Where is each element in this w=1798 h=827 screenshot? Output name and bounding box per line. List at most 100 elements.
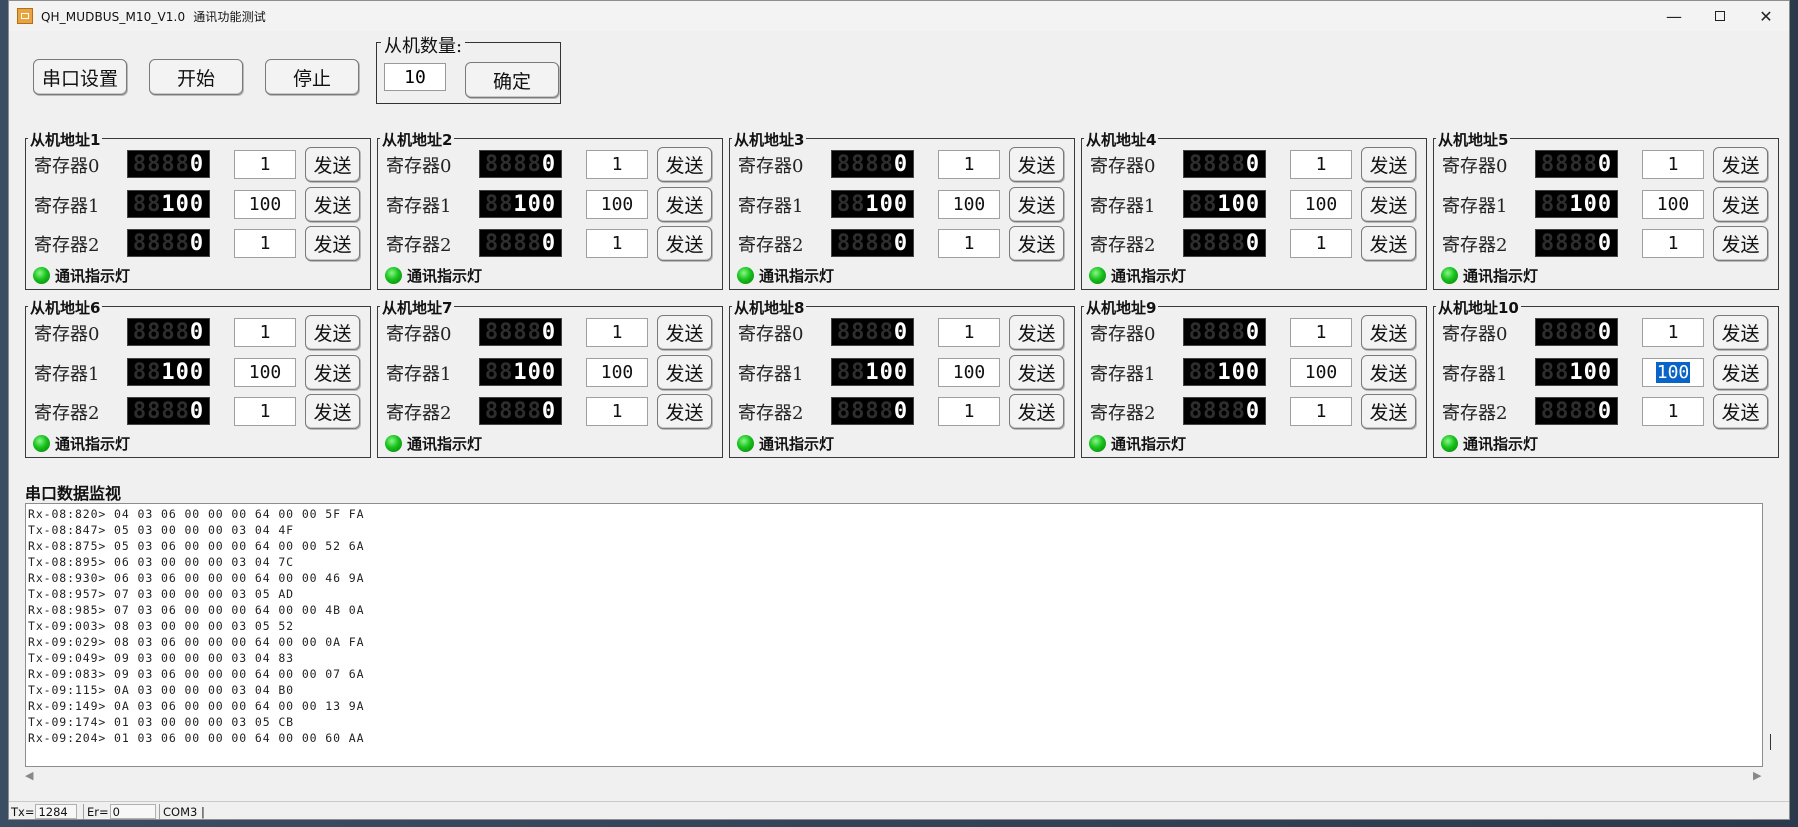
segment-lit-digits: 100	[1569, 359, 1613, 385]
register-input[interactable]: 1	[938, 318, 1000, 347]
register-input[interactable]: 1	[1290, 229, 1352, 258]
segment-unlit-digits: 8888	[1188, 151, 1246, 177]
register-input[interactable]: 1	[938, 397, 1000, 426]
send-button[interactable]: 发送	[1361, 226, 1416, 261]
register-input[interactable]: 1	[586, 229, 648, 258]
register-input[interactable]: 1	[938, 150, 1000, 179]
send-button[interactable]: 发送	[657, 147, 712, 182]
send-button[interactable]: 发送	[657, 187, 712, 222]
segment-lit-digits: 100	[161, 191, 205, 217]
register-input[interactable]: 1	[1290, 318, 1352, 347]
send-button[interactable]: 发送	[1713, 226, 1768, 261]
register-label: 寄存器1	[34, 364, 100, 385]
comm-indicator: 通讯指示灯	[1441, 434, 1538, 453]
send-button[interactable]: 发送	[1009, 147, 1064, 182]
register-input[interactable]: 100	[1290, 190, 1352, 219]
register-input[interactable]: 100	[234, 190, 296, 219]
confirm-button[interactable]: 确定	[465, 62, 559, 98]
register-input[interactable]: 100	[1642, 190, 1704, 219]
register-input[interactable]: 1	[586, 397, 648, 426]
register-input[interactable]: 1	[1642, 150, 1704, 179]
minimize-button[interactable]: —	[1651, 1, 1697, 31]
slave-count-input[interactable]: 10	[384, 63, 446, 91]
register-row: 寄存器2 8888 0 1 发送	[730, 225, 1074, 261]
serial-settings-button[interactable]: 串口设置	[33, 59, 127, 95]
send-button[interactable]: 发送	[657, 355, 712, 390]
led-indicator-icon	[1089, 434, 1106, 452]
register-row: 寄存器2 8888 0 1 发送	[1082, 225, 1426, 261]
comm-indicator-label: 通讯指示灯	[407, 266, 483, 285]
register-row: 寄存器1 88 100 100 发送	[26, 354, 370, 390]
register-input[interactable]: 1	[234, 397, 296, 426]
register-input[interactable]: 100	[938, 190, 1000, 219]
send-button[interactable]: 发送	[1009, 187, 1064, 222]
register-input[interactable]: 1	[586, 150, 648, 179]
send-button[interactable]: 发送	[1713, 315, 1768, 350]
stop-button[interactable]: 停止	[265, 59, 359, 95]
register-row: 寄存器2 8888 0 1 发送	[1082, 393, 1426, 429]
register-input[interactable]: 1	[1642, 318, 1704, 347]
close-button[interactable]: ✕	[1743, 1, 1789, 31]
app-window: QH_MUDBUS_M10_V1.0 通讯功能测试 — ✕ 串口设置 开始 停止 …	[8, 0, 1790, 820]
register-input[interactable]: 1	[234, 229, 296, 258]
send-button[interactable]: 发送	[657, 226, 712, 261]
send-button[interactable]: 发送	[1009, 315, 1064, 350]
register-row: 寄存器0 8888 0 1 发送	[730, 314, 1074, 350]
horizontal-scrollbar[interactable]: ◀ ▶	[9, 769, 1789, 785]
send-button[interactable]: 发送	[1009, 355, 1064, 390]
send-button[interactable]: 发送	[305, 226, 360, 261]
send-button[interactable]: 发送	[1713, 147, 1768, 182]
register-value-display: 8888 0	[1183, 318, 1266, 346]
send-button[interactable]: 发送	[1713, 187, 1768, 222]
register-input[interactable]: 1	[1642, 397, 1704, 426]
register-input-value: 100	[600, 194, 634, 215]
send-button[interactable]: 发送	[305, 315, 360, 350]
start-button[interactable]: 开始	[149, 59, 243, 95]
register-value-display: 88 100	[479, 190, 562, 218]
send-button[interactable]: 发送	[1009, 226, 1064, 261]
send-button[interactable]: 发送	[1713, 394, 1768, 429]
register-input[interactable]: 1	[1290, 150, 1352, 179]
send-button[interactable]: 发送	[305, 187, 360, 222]
register-input[interactable]: 1	[1642, 229, 1704, 258]
send-button[interactable]: 发送	[1361, 315, 1416, 350]
register-input[interactable]: 1	[234, 150, 296, 179]
segment-unlit-digits: 8888	[836, 398, 894, 424]
send-button[interactable]: 发送	[1713, 355, 1768, 390]
segment-unlit-digits: 8888	[132, 319, 190, 345]
send-button[interactable]: 发送	[1361, 355, 1416, 390]
register-input-value: 100	[248, 362, 282, 383]
send-button[interactable]: 发送	[1361, 187, 1416, 222]
serial-monitor-textarea[interactable]: Rx-08:820> 04 03 06 00 00 00 64 00 00 5F…	[25, 503, 1763, 767]
segment-lit-digits: 0	[541, 398, 557, 424]
slave-panel: 从机地址3 寄存器0 8888 0 1 发送 寄存器1 88 100 100 发送 寄存器2 8888 0…	[729, 129, 1075, 290]
send-button[interactable]: 发送	[1361, 394, 1416, 429]
send-button[interactable]: 发送	[1009, 394, 1064, 429]
maximize-button[interactable]	[1697, 1, 1743, 31]
register-label: 寄存器1	[738, 364, 804, 385]
send-button[interactable]: 发送	[657, 394, 712, 429]
send-button[interactable]: 发送	[305, 394, 360, 429]
send-button[interactable]: 发送	[657, 315, 712, 350]
register-input[interactable]: 100	[586, 190, 648, 219]
scroll-left-icon[interactable]: ◀	[25, 769, 33, 782]
send-button[interactable]: 发送	[1361, 147, 1416, 182]
register-input[interactable]: 100	[234, 358, 296, 387]
register-input[interactable]: 100	[586, 358, 648, 387]
segment-unlit-digits: 8888	[836, 230, 894, 256]
register-input[interactable]: 100	[938, 358, 1000, 387]
title-bar[interactable]: QH_MUDBUS_M10_V1.0 通讯功能测试 — ✕	[9, 1, 1789, 31]
status-er: Er= 0	[87, 804, 156, 819]
register-input[interactable]: 1	[586, 318, 648, 347]
register-input[interactable]: 1	[938, 229, 1000, 258]
comm-indicator-label: 通讯指示灯	[1463, 266, 1539, 285]
register-value-display: 8888 0	[1535, 397, 1618, 425]
register-input[interactable]: 100	[1290, 358, 1352, 387]
register-input[interactable]: 1	[1290, 397, 1352, 426]
send-button[interactable]: 发送	[305, 355, 360, 390]
register-input[interactable]: 1	[234, 318, 296, 347]
register-input[interactable]: 100	[1642, 358, 1704, 387]
send-button[interactable]: 发送	[305, 147, 360, 182]
scroll-right-icon[interactable]: ▶	[1753, 769, 1761, 782]
register-value-display: 88 100	[1535, 190, 1618, 218]
